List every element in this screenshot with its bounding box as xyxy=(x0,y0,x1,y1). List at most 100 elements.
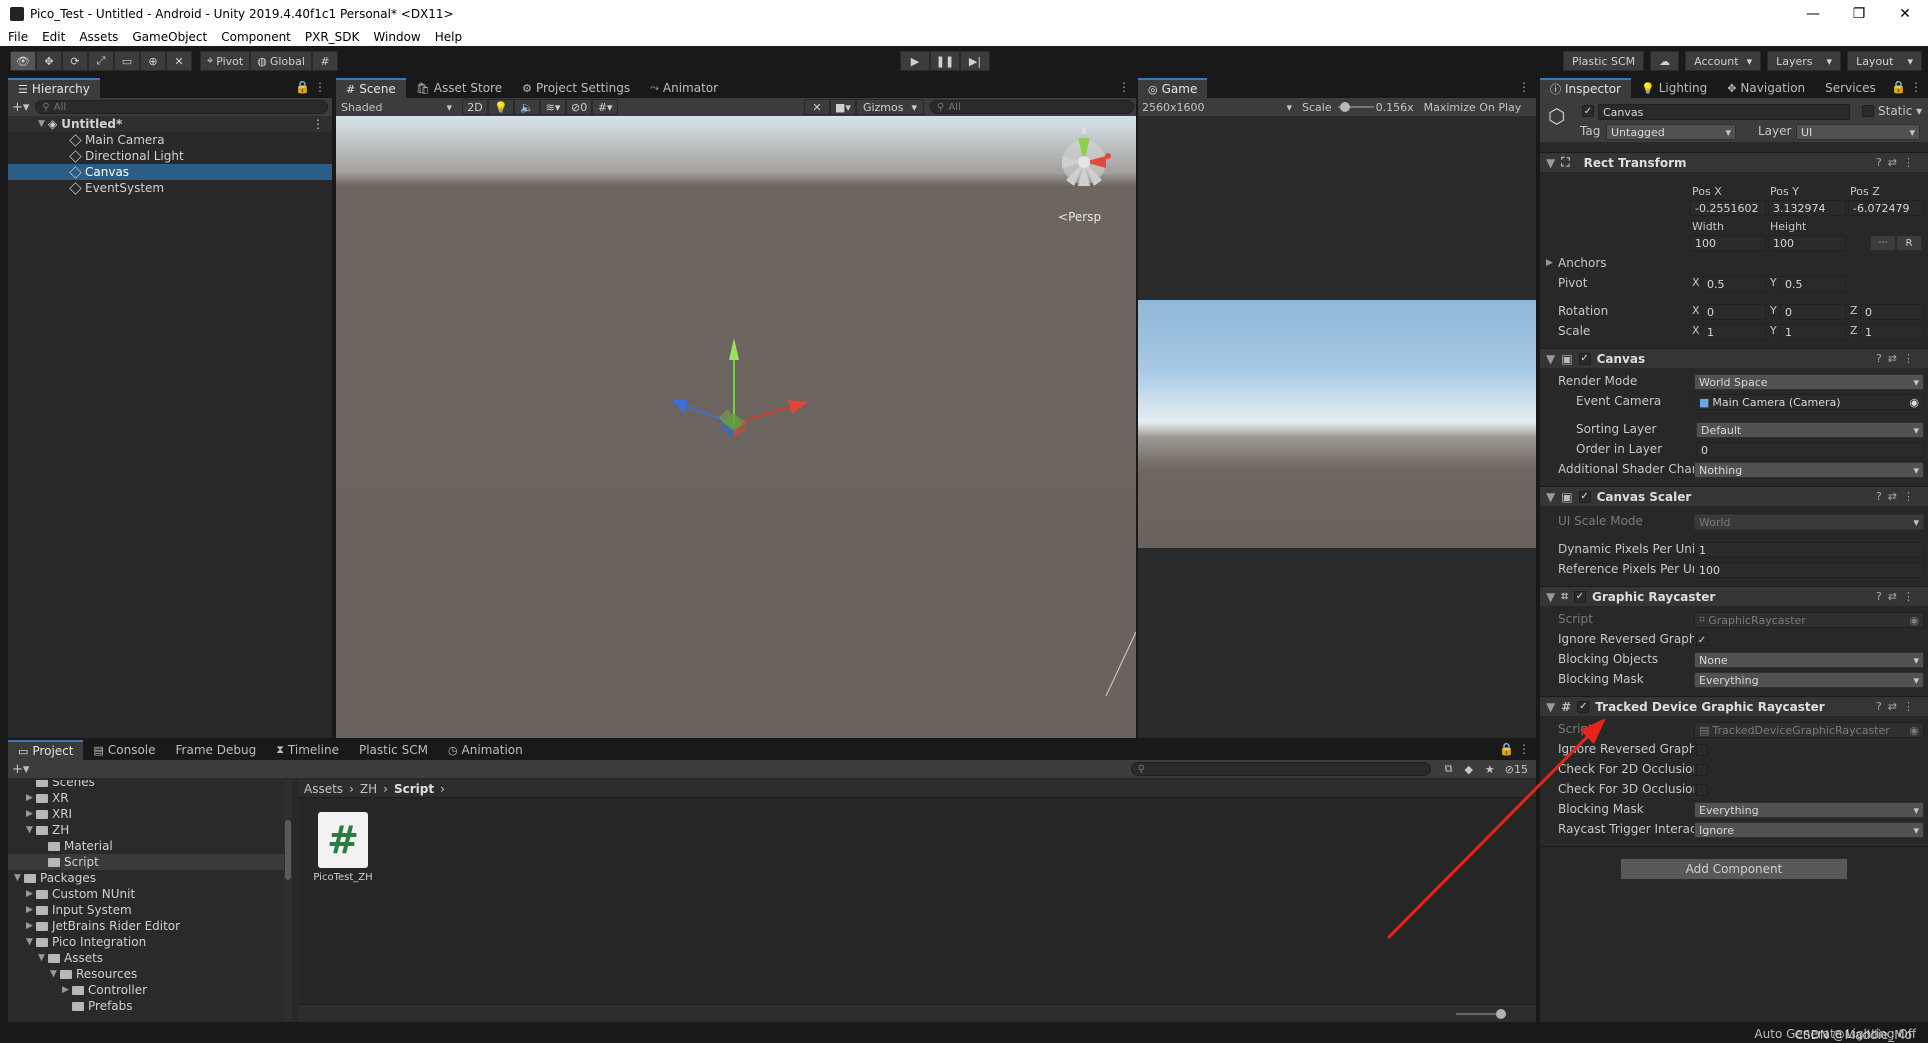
scale-tool-icon[interactable]: ⤢ xyxy=(88,51,114,71)
expand-arrow-icon[interactable]: ▼ xyxy=(38,953,48,963)
tree-scrollbar[interactable] xyxy=(284,780,292,1022)
gizmos-dropdown[interactable]: Gizmos ▾ xyxy=(855,99,924,115)
menu-pxr-sdk[interactable]: PXR_SDK xyxy=(305,30,360,44)
plastic-scm-button[interactable]: Plastic SCM xyxy=(1562,51,1645,71)
blueprint-mode-icon[interactable]: ⋯ xyxy=(1870,235,1896,251)
lock-icon[interactable]: 🔒 ⋮ xyxy=(1499,742,1530,756)
minimize-button[interactable]: — xyxy=(1790,0,1836,28)
canvas-scaler-header[interactable]: ▼ ▣ ✓ Canvas Scaler ?⇄⋮ xyxy=(1540,486,1928,506)
account-dropdown[interactable]: Account ▾ xyxy=(1685,51,1762,71)
object-name-input[interactable]: Canvas xyxy=(1598,104,1850,120)
layer-dropdown[interactable]: UI xyxy=(1796,124,1920,140)
cloud-icon[interactable]: ☁ xyxy=(1650,51,1680,71)
hierarchy-item-directional-light[interactable]: Directional Light xyxy=(8,148,332,164)
rotation-y-field[interactable]: 0 xyxy=(1780,304,1846,320)
tab-scene[interactable]: # Scene xyxy=(336,78,406,98)
component-help-settings-icons[interactable]: ?⇄⋮ xyxy=(1876,590,1920,603)
height-field[interactable]: 100 xyxy=(1768,235,1846,251)
tab-game[interactable]: ◎ Game xyxy=(1138,78,1208,98)
persp-label[interactable]: <Persp xyxy=(1058,210,1101,224)
foldout-arrow-icon[interactable]: ▼ xyxy=(1546,700,1555,714)
maximize-on-play-toggle[interactable]: Maximize On Play xyxy=(1424,101,1522,114)
tab-frame-debug[interactable]: Frame Debug xyxy=(166,740,267,760)
hidden-packages-toggle[interactable]: ⊘15 xyxy=(1505,763,1528,776)
width-field[interactable]: 100 xyxy=(1690,235,1766,251)
grid-icon[interactable]: #▾ xyxy=(592,99,619,115)
scene-search-input[interactable]: ⚲ All xyxy=(930,100,1134,114)
blocking-mask-dropdown[interactable]: Everything xyxy=(1694,672,1924,688)
audio-icon[interactable]: 🔈 xyxy=(514,99,540,115)
component-help-settings-icons[interactable]: ?⇄⋮ xyxy=(1876,700,1920,713)
check-3d-occlusion-checkbox[interactable] xyxy=(1696,784,1708,796)
tab-hierarchy[interactable]: ☰ Hierarchy xyxy=(8,78,100,98)
blocking-objects-dropdown[interactable]: None xyxy=(1694,652,1924,668)
pos-z-field[interactable]: -6.072479 xyxy=(1848,200,1924,216)
create-add-icon[interactable]: +▾ xyxy=(12,762,29,777)
rect-tool-icon[interactable]: ▭ xyxy=(114,51,140,71)
global-toggle[interactable]: ◍ Global xyxy=(250,51,312,71)
menu-assets[interactable]: Assets xyxy=(79,30,118,44)
scene-row[interactable]: ▼ ◈ Untitled* ⋮ xyxy=(8,116,332,132)
tab-services[interactable]: Services xyxy=(1815,78,1886,98)
2d-toggle[interactable]: 2D xyxy=(462,99,488,115)
add-component-button[interactable]: Add Component xyxy=(1620,858,1848,880)
pivot-x-field[interactable]: 0.5 xyxy=(1702,276,1766,292)
active-checkbox[interactable]: ✓ xyxy=(1582,105,1594,117)
foldout-arrow-icon[interactable]: ▼ xyxy=(1546,590,1555,604)
tab-animation[interactable]: ◷ Animation xyxy=(438,740,533,760)
rotate-tool-icon[interactable]: ⟳ xyxy=(62,51,88,71)
tab-project-settings[interactable]: ⚙ Project Settings xyxy=(512,78,640,98)
expand-arrow-icon[interactable]: ▶ xyxy=(26,905,36,915)
expand-arrow-icon[interactable]: ▼ xyxy=(14,873,24,883)
hidden-objects-toggle[interactable]: ⊘ 0 xyxy=(566,99,593,115)
component-help-settings-icons[interactable]: ?⇄⋮ xyxy=(1876,352,1920,365)
panel-menu-icon[interactable]: ⋮ xyxy=(1118,80,1130,94)
component-help-settings-icons[interactable]: ?⇄⋮ xyxy=(1876,156,1920,169)
project-search-input[interactable]: ⚲ xyxy=(1130,762,1431,776)
folder-tree-item[interactable]: ▼ Packages xyxy=(8,870,284,886)
pivot-toggle[interactable]: ⌖ Pivot xyxy=(200,51,251,71)
folder-tree-item[interactable]: ▶ Custom NUnit xyxy=(8,886,284,902)
breadcrumb-script[interactable]: Script xyxy=(394,782,434,796)
orientation-gizmo-icon[interactable] xyxy=(1062,138,1111,186)
expand-arrow-icon[interactable]: ▶ xyxy=(26,889,36,899)
foldout-arrow-icon[interactable]: ▼ xyxy=(1546,352,1555,366)
foldout-arrow-icon[interactable]: ▼ xyxy=(1546,156,1555,170)
lock-icon[interactable]: 🔒 ⋮ xyxy=(295,80,326,94)
shader-channels-dropdown[interactable]: Nothing xyxy=(1694,462,1924,478)
panel-menu-icon[interactable]: ⋮ xyxy=(1518,80,1530,94)
raw-edit-button[interactable]: R xyxy=(1896,235,1922,251)
menu-help[interactable]: Help xyxy=(435,30,462,44)
menu-gameobject[interactable]: GameObject xyxy=(132,30,207,44)
tab-animator[interactable]: ⤳ Animator xyxy=(640,78,728,98)
folder-tree-item[interactable]: Scenes xyxy=(8,780,284,790)
icon-size-slider-thumb[interactable] xyxy=(1496,1009,1506,1019)
expand-arrow-icon[interactable]: ▼ xyxy=(26,937,36,947)
tools-icon[interactable]: ✕ xyxy=(803,99,830,115)
folder-tree-item[interactable]: ▼ Pico Integration xyxy=(8,934,284,950)
play-icon[interactable]: ▶ xyxy=(900,51,930,71)
pause-icon[interactable]: ❚❚ xyxy=(930,51,960,71)
ignore-reversed-checkbox[interactable] xyxy=(1696,744,1708,756)
expand-arrow-icon[interactable]: ▼ xyxy=(38,119,48,129)
menu-edit[interactable]: Edit xyxy=(42,30,65,44)
expand-arrow-icon[interactable]: ▶ xyxy=(62,985,72,995)
resolution-dropdown[interactable]: 2560x1600 ▾ xyxy=(1138,99,1296,115)
ignore-reversed-checkbox[interactable]: ✓ xyxy=(1696,634,1708,646)
expand-arrow-icon[interactable]: ▶ xyxy=(26,793,36,803)
grid-snap-icon[interactable]: # xyxy=(311,51,338,71)
rotation-z-field[interactable]: 0 xyxy=(1860,304,1924,320)
tracked-enabled-checkbox[interactable]: ✓ xyxy=(1577,700,1590,713)
step-icon[interactable]: ▶| xyxy=(960,51,990,71)
scaler-enabled-checkbox[interactable]: ✓ xyxy=(1578,490,1591,503)
tab-console[interactable]: ▤ Console xyxy=(83,740,165,760)
tab-navigation[interactable]: ✥ Navigation xyxy=(1717,78,1815,98)
hierarchy-item-eventsystem[interactable]: EventSystem xyxy=(8,180,332,196)
camera-icon[interactable]: ■▾ xyxy=(829,99,856,115)
menu-component[interactable]: Component xyxy=(221,30,291,44)
folder-tree-item[interactable]: ▼ Resources xyxy=(8,966,284,982)
raycast-trigger-dropdown[interactable]: Ignore xyxy=(1694,822,1924,838)
tab-inspector[interactable]: ⓘ Inspector xyxy=(1540,78,1631,98)
expand-arrow-icon[interactable]: ▶ xyxy=(26,809,36,819)
dynamic-pixels-field[interactable]: 1 xyxy=(1694,542,1924,558)
